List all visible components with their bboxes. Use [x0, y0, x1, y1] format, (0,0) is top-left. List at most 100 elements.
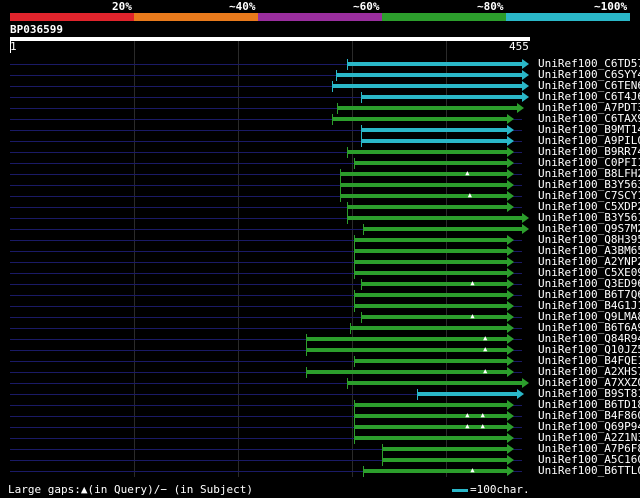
scale-tick-60: ~60% — [353, 0, 380, 13]
alignment-arrow-icon — [506, 455, 514, 465]
scale-segment-purple — [258, 13, 382, 21]
ruler-end-label: 455 — [509, 40, 529, 53]
scale-tick-40: ~40% — [229, 0, 256, 13]
alignment-arrow-icon — [506, 345, 514, 355]
query-gap-icon: ▲ — [470, 312, 475, 320]
alignment-arrow-icon — [506, 114, 514, 124]
alignment-arrow-icon — [506, 367, 514, 377]
alignment-start-mark — [360, 136, 362, 147]
alignment-segment — [354, 161, 507, 165]
alignment-segment — [360, 139, 507, 143]
alignment-segment — [360, 128, 507, 132]
alignment-arrow-icon — [506, 136, 514, 146]
alignment-segment — [350, 326, 507, 330]
alignment-segment — [346, 381, 522, 385]
query-gap-icon: ▲ — [470, 279, 475, 287]
alignment-segment — [340, 183, 507, 187]
alignment-start-mark — [360, 279, 362, 290]
alignment-arrow-icon — [522, 378, 529, 388]
alignment-arrow-icon — [506, 279, 514, 289]
alignment-start-mark — [340, 180, 342, 191]
alignment-segment — [354, 436, 507, 440]
scale-legend-label: =100char. — [470, 483, 530, 496]
alignment-start-mark — [340, 169, 342, 180]
alignment-start-mark — [354, 411, 356, 422]
alignment-start-mark — [354, 268, 356, 279]
scale-segment-cyan — [506, 13, 630, 21]
query-gap-icon: ▲ — [470, 466, 475, 474]
alignment-start-mark — [354, 422, 356, 433]
alignment-segment — [340, 172, 507, 176]
alignment-arrow-icon — [506, 257, 514, 267]
alignment-arrow-icon — [506, 323, 514, 333]
alignment-arrow-icon — [506, 290, 514, 300]
alignment-segment — [336, 106, 517, 110]
alignment-arrow-icon — [506, 169, 514, 179]
alignment-arrow-icon — [506, 444, 514, 454]
query-gap-icon: ▲ — [483, 334, 488, 342]
query-gap-icon: ▲ — [480, 411, 485, 419]
alignment-segment — [340, 194, 507, 198]
hit-label[interactable]: UniRef100_B6TTL0 — [538, 465, 640, 477]
alignment-segment — [354, 249, 507, 253]
alignment-arrow-icon — [506, 466, 514, 476]
alignment-arrow-icon — [506, 202, 514, 212]
alignment-start-mark — [360, 125, 362, 136]
alignment-arrow-icon — [516, 389, 524, 399]
alignment-arrow-icon — [522, 70, 529, 80]
alignment-segment — [354, 260, 507, 264]
alignment-segment — [354, 293, 507, 297]
alignment-arrow-icon — [522, 81, 529, 91]
scale-tick-100: ~100% — [594, 0, 628, 13]
alignment-arrow-icon — [506, 356, 514, 366]
coverage-scale: 20% ~40% ~60% ~80% ~100% — [0, 0, 640, 22]
alignment-start-mark — [360, 312, 362, 323]
alignment-arrow-icon — [506, 422, 514, 432]
alignment-start-mark — [354, 356, 356, 367]
query-gap-icon: ▲ — [465, 422, 470, 430]
alignment-start-mark — [346, 147, 348, 158]
alignment-start-mark — [340, 191, 342, 202]
alignment-arrow-icon — [506, 433, 514, 443]
alignment-start-mark — [363, 224, 365, 235]
alignment-segment — [354, 271, 507, 275]
alignment-segment — [305, 370, 507, 374]
alignment-arrow-icon — [506, 268, 514, 278]
alignment-start-mark — [354, 246, 356, 257]
alignment-segment — [360, 315, 507, 319]
alignment-arrow-icon — [506, 400, 514, 410]
alignment-start-mark — [382, 455, 384, 466]
alignment-segment — [346, 62, 522, 66]
alignment-segment — [331, 117, 507, 121]
alignment-start-mark — [350, 323, 352, 334]
alignment-start-mark — [305, 367, 307, 378]
alignment-arrow-icon — [516, 103, 524, 113]
alignment-start-mark — [354, 433, 356, 444]
alignment-start-mark — [417, 389, 419, 400]
query-ruler — [10, 37, 530, 41]
scale-legend-bar — [452, 489, 468, 492]
alignment-start-mark — [305, 334, 307, 345]
alignment-start-mark — [346, 202, 348, 213]
alignment-segment — [305, 337, 507, 341]
alignment-segment — [417, 392, 517, 396]
alignment-segment — [354, 359, 507, 363]
alignment-arrow-icon — [506, 180, 514, 190]
scale-tick-20: 20% — [112, 0, 132, 13]
alignment-segment — [346, 216, 522, 220]
alignment-segment — [354, 238, 507, 242]
alignment-segment — [346, 150, 507, 154]
alignment-start-mark — [331, 81, 333, 92]
hit-row[interactable]: ▲ UniRef100_B6TTL0 — [0, 465, 640, 477]
alignment-arrow-icon — [506, 334, 514, 344]
scale-segment-green — [382, 13, 506, 21]
alignment-start-mark — [346, 59, 348, 70]
alignment-arrow-icon — [506, 158, 514, 168]
alignment-arrow-icon — [506, 411, 514, 421]
alignment-start-mark — [346, 213, 348, 224]
query-gap-icon: ▲ — [465, 169, 470, 177]
alignment-start-mark — [360, 92, 362, 103]
alignment-segment — [305, 348, 507, 352]
alignment-segment — [360, 282, 507, 286]
query-gap-icon: ▲ — [465, 411, 470, 419]
